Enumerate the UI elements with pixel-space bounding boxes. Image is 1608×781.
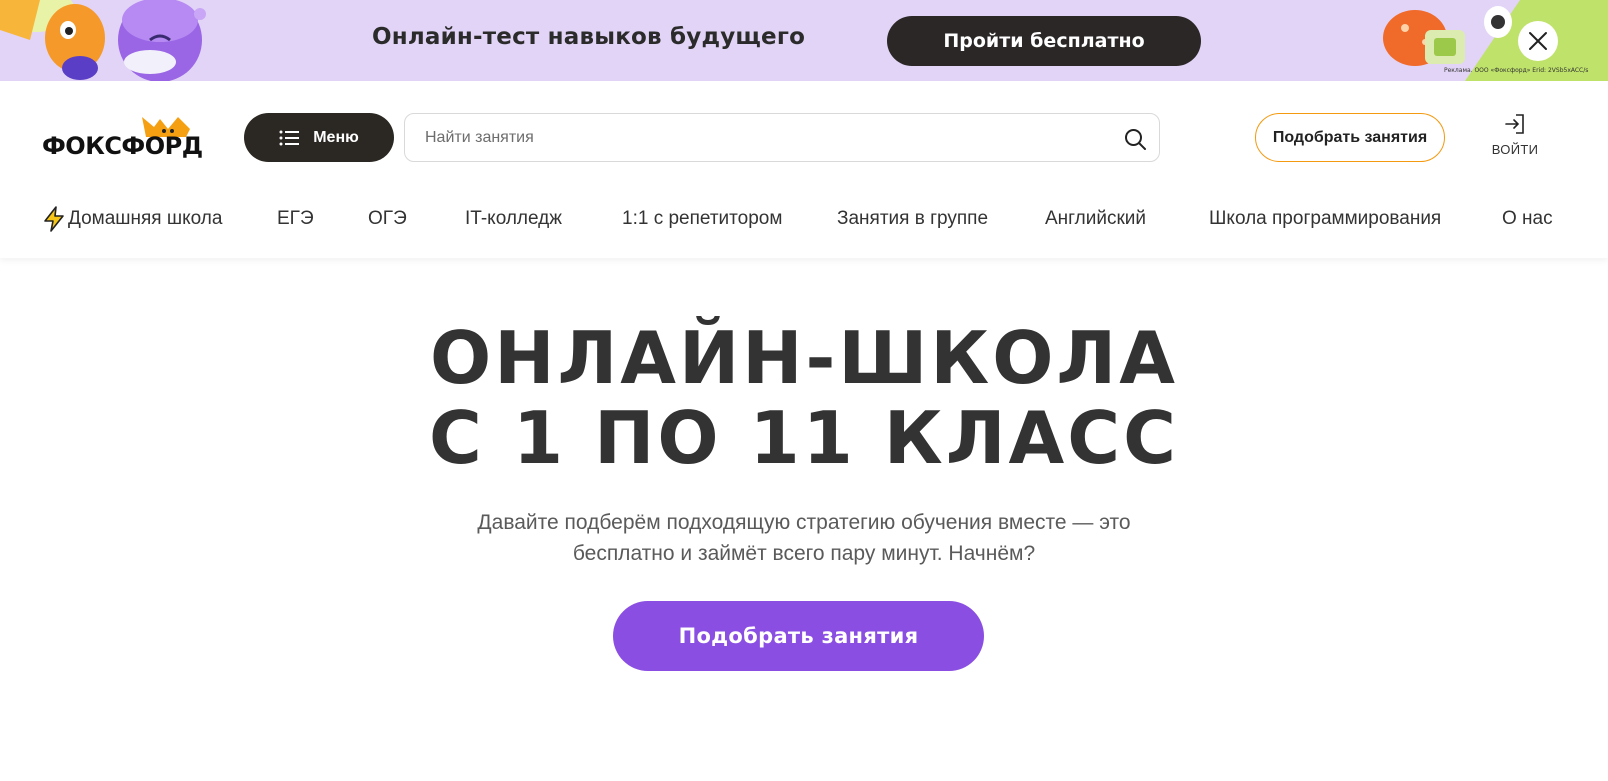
site-header: ФОКСФОРД Меню Подобрать занятия ВОЙТИ До…: [0, 81, 1608, 258]
page-subtitle: Давайте подберём подходящую стратегию об…: [404, 507, 1204, 569]
page-title: ОНЛАЙН-ШКОЛА С 1 ПО 11 КЛАСС: [0, 318, 1608, 478]
nav-item-group-classes[interactable]: Занятия в группе: [837, 201, 988, 237]
logo[interactable]: ФОКСФОРД: [42, 115, 217, 165]
search-icon[interactable]: [1123, 127, 1147, 151]
promo-text: Онлайн-тест навыков будущего: [372, 24, 806, 50]
nav-item-english[interactable]: Английский: [1045, 201, 1146, 237]
login-label: ВОЙТИ: [1491, 142, 1539, 157]
page-subtitle-line-2: бесплатно и займёт всего пару минут. Нач…: [572, 542, 1036, 565]
search-input[interactable]: [425, 126, 1085, 150]
nav-item-oge[interactable]: ОГЭ: [368, 201, 407, 237]
menu-button-label: Меню: [313, 128, 359, 146]
close-icon: [1529, 32, 1547, 50]
nav-item-label: Домашняя школа: [68, 208, 223, 229]
main-nav: Домашняя школа ЕГЭ ОГЭ IT-колледж 1:1 с …: [0, 201, 1608, 237]
login-button[interactable]: ВОЙТИ: [1490, 113, 1540, 163]
page-title-line-2: С 1 ПО 11 КЛАСС: [429, 396, 1179, 480]
login-icon: [1505, 114, 1524, 134]
pick-classes-button[interactable]: Подобрать занятия: [1255, 113, 1445, 162]
mascot-illustration-left: [0, 0, 206, 81]
nav-item-programming-school[interactable]: Школа программирования: [1209, 201, 1441, 237]
ad-disclaimer: Реклама. ООО «Фоксфорд» Erid: 2VSb5xACC/…: [1444, 67, 1589, 74]
hero-pick-classes-button[interactable]: Подобрать занятия: [613, 601, 984, 671]
nav-item-it-college[interactable]: IT-колледж: [465, 201, 562, 237]
list-icon: [279, 130, 300, 145]
logo-text: ФОКСФОРД: [42, 132, 203, 160]
nav-item-tutor[interactable]: 1:1 с репетитором: [622, 201, 782, 237]
page-title-line-1: ОНЛАЙН-ШКОЛА: [430, 316, 1178, 400]
promo-banner: Онлайн-тест навыков будущего Пройти бесп…: [0, 0, 1608, 81]
promo-start-button[interactable]: Пройти бесплатно: [887, 16, 1201, 66]
nav-item-ege[interactable]: ЕГЭ: [277, 201, 314, 237]
nav-item-home-school[interactable]: Домашняя школа: [42, 201, 222, 237]
page-subtitle-line-1: Давайте подберём подходящую стратегию об…: [477, 511, 1131, 534]
menu-button[interactable]: Меню: [244, 113, 394, 162]
nav-item-about[interactable]: О нас: [1502, 201, 1553, 237]
search-box: [404, 113, 1160, 162]
close-button[interactable]: [1518, 21, 1558, 61]
lightning-icon: [42, 206, 66, 232]
